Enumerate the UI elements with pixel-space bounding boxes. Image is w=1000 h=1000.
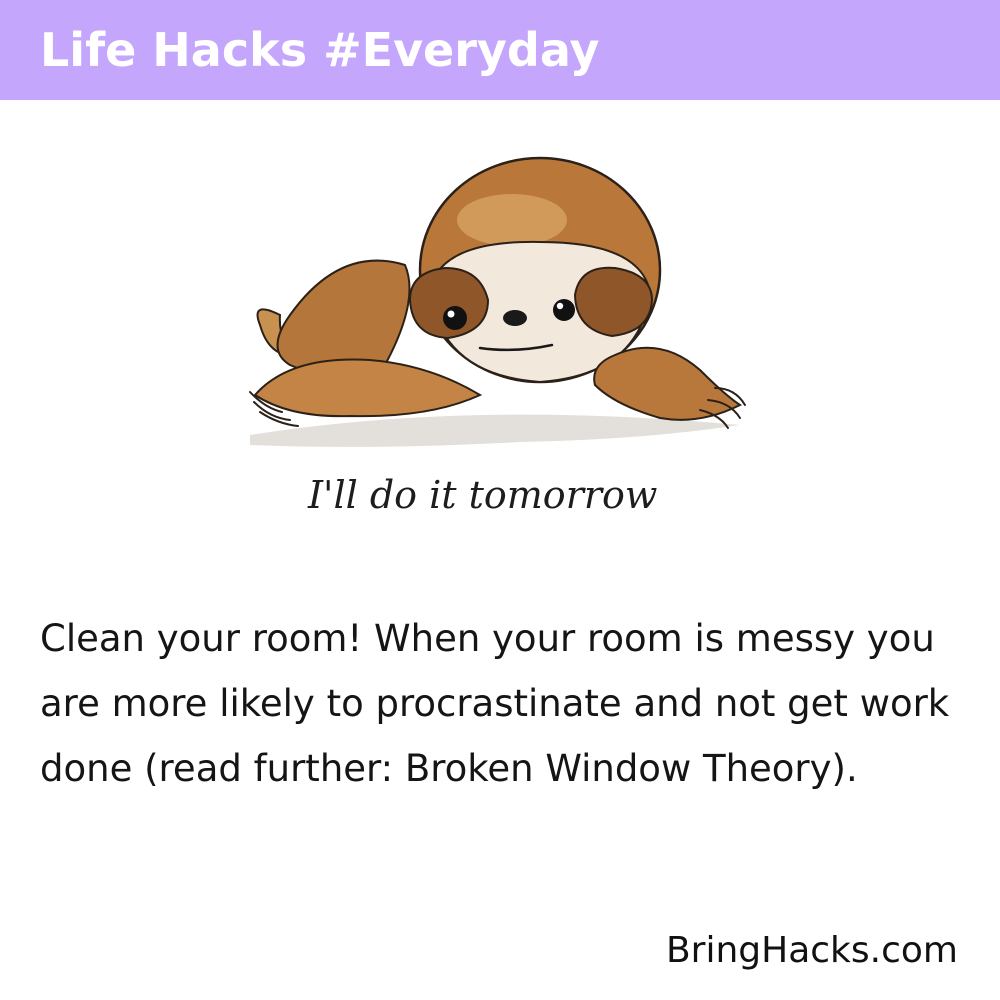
sloth-eye-shine-right (556, 302, 564, 310)
sloth-eye-right (553, 299, 575, 321)
handwritten-caption: I'll do it tomorrow (307, 473, 657, 517)
brand-link[interactable]: BringHacks.com (666, 926, 958, 976)
tip-text: Clean your room! When your room is messy… (40, 617, 950, 790)
sloth-illustration: I'll do it tomorrow (220, 150, 780, 570)
sloth-head-highlight (457, 194, 567, 246)
sloth-drawing: I'll do it tomorrow (249, 156, 746, 517)
header-banner: Life Hacks #Everyday (0, 0, 1000, 100)
sloth-lower-body (253, 358, 483, 418)
sloth-eye-shine-left (447, 310, 455, 318)
page-title: Life Hacks #Everyday (40, 23, 600, 77)
sloth-eye-left (443, 306, 467, 330)
sloth-right-arm (593, 346, 742, 421)
life-hack-card: Life Hacks #Everyday I'll do it tomorrow… (0, 0, 1000, 1000)
sloth-eye-patch-right (573, 266, 654, 338)
sloth-back-arm (276, 259, 411, 376)
sloth-nose (503, 310, 527, 326)
